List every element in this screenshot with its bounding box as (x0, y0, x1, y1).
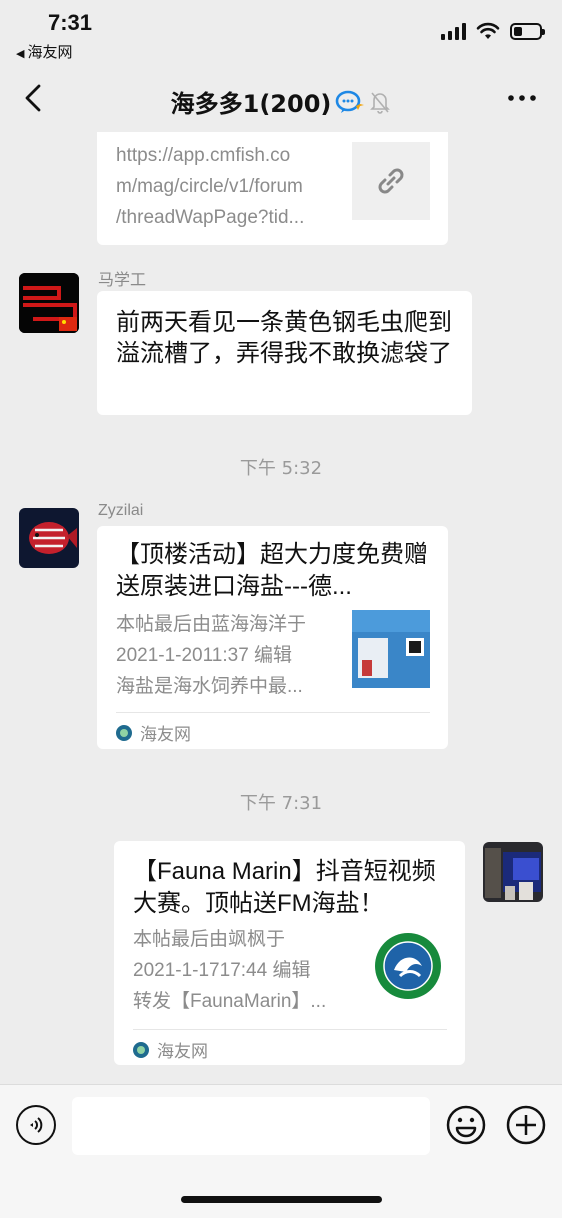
status-bar: 7:31 ◀ 海友网 (0, 0, 562, 64)
avatar-fish-image (19, 508, 79, 568)
share-card-bubble[interactable]: 【顶楼活动】超大力度免费赠送原装进口海盐---德... 本帖最后由蓝海海洋于 2… (97, 526, 448, 749)
chat-title-text: 海多多1(200) (170, 90, 332, 118)
source-app-name: 海友网 (157, 1042, 208, 1062)
more-functions-plus-icon[interactable] (506, 1105, 546, 1145)
battery-icon (510, 22, 545, 40)
text-message-bubble[interactable]: 前两天看见一条黄色钢毛虫爬到溢流槽了，弄得我不敢换滤袋了 (97, 291, 472, 415)
group-chat-badge-icon (336, 90, 365, 113)
desc-line: 转发【FaunaMarin】... (133, 991, 327, 1012)
share-card-description: 本帖最后由飒枫于 2021-1-1717:44 编辑 转发【FaunaMarin… (133, 924, 359, 1017)
sender-name: 马学工 (98, 272, 147, 289)
share-card-divider (116, 712, 430, 713)
share-card-source: 海友网 (116, 720, 191, 745)
forum-logo-thumbnail (375, 933, 441, 999)
desc-line: 2021-1-1717:44 编辑 (133, 960, 311, 981)
source-app-icon (116, 724, 132, 741)
voice-icon (30, 1117, 43, 1133)
status-time: 7:31 (48, 10, 93, 35)
avatar-aquarium-image (483, 842, 543, 902)
source-app-name: 海友网 (140, 725, 191, 745)
share-card-title: 【顶楼活动】超大力度免费赠送原装进口海盐---德... (116, 541, 428, 600)
wifi-icon (476, 22, 500, 39)
share-card-bubble-self[interactable]: 【Fauna Marin】抖音短视频大赛。顶帖送FM海盐！ 本帖最后由飒枫于 2… (114, 841, 465, 1065)
home-indicator[interactable] (181, 1196, 382, 1203)
avatar-maxuegong[interactable] (19, 273, 79, 333)
more-options-icon[interactable] (506, 86, 538, 110)
share-card-description: 本帖最后由蓝海海洋于 2021-1-2011:37 编辑 海盐是海水饲养中最..… (116, 609, 342, 702)
sender-name: Zyzilai (98, 502, 144, 519)
desc-line: 2021-1-2011:37 编辑 (116, 645, 293, 666)
timestamp: 下午 7:31 (239, 793, 323, 814)
chat-title: 海多多1(200) (0, 84, 562, 119)
cellular-signal-icon (441, 22, 466, 40)
link-card-description: https://app.cmfish.co m/mag/circle/v1/fo… (116, 145, 305, 228)
source-app-icon (133, 1041, 149, 1058)
timestamp: 下午 5:32 (239, 458, 323, 479)
share-card-source: 海友网 (133, 1037, 208, 1062)
avatar-zyzilai[interactable] (19, 508, 79, 568)
voice-input-button[interactable] (16, 1105, 56, 1145)
link-icon (378, 168, 404, 194)
status-icons (441, 22, 545, 40)
back-to-app-link[interactable]: ◀ 海友网 (16, 41, 72, 62)
chat-message-list[interactable]: https://app.cmfish.co m/mag/circle/v1/fo… (0, 132, 562, 1084)
desc-line: 海盐是海水饲养中最... (116, 676, 303, 697)
avatar-image (19, 273, 79, 333)
share-card-thumbnail (352, 610, 430, 688)
message-text-input[interactable] (72, 1097, 430, 1155)
avatar-self[interactable] (483, 842, 543, 902)
back-app-label: 海友网 (27, 44, 73, 61)
back-triangle-icon: ◀ (16, 48, 25, 60)
share-card-title: 【Fauna Marin】抖音短视频大赛。顶帖送FM海盐！ (133, 858, 436, 917)
desc-line: 本帖最后由飒枫于 (133, 929, 286, 950)
message-text: 前两天看见一条黄色钢毛虫爬到溢流槽了，弄得我不敢换滤袋了 (116, 308, 452, 367)
emoji-button-icon[interactable] (446, 1105, 486, 1145)
link-card-bubble[interactable]: https://app.cmfish.co m/mag/circle/v1/fo… (97, 132, 448, 245)
desc-line: 本帖最后由蓝海海洋于 (116, 614, 307, 635)
mute-bell-icon (370, 91, 391, 114)
link-thumbnail (352, 142, 430, 220)
share-card-divider (133, 1029, 447, 1030)
chat-header: 海多多1(200) (0, 64, 562, 132)
